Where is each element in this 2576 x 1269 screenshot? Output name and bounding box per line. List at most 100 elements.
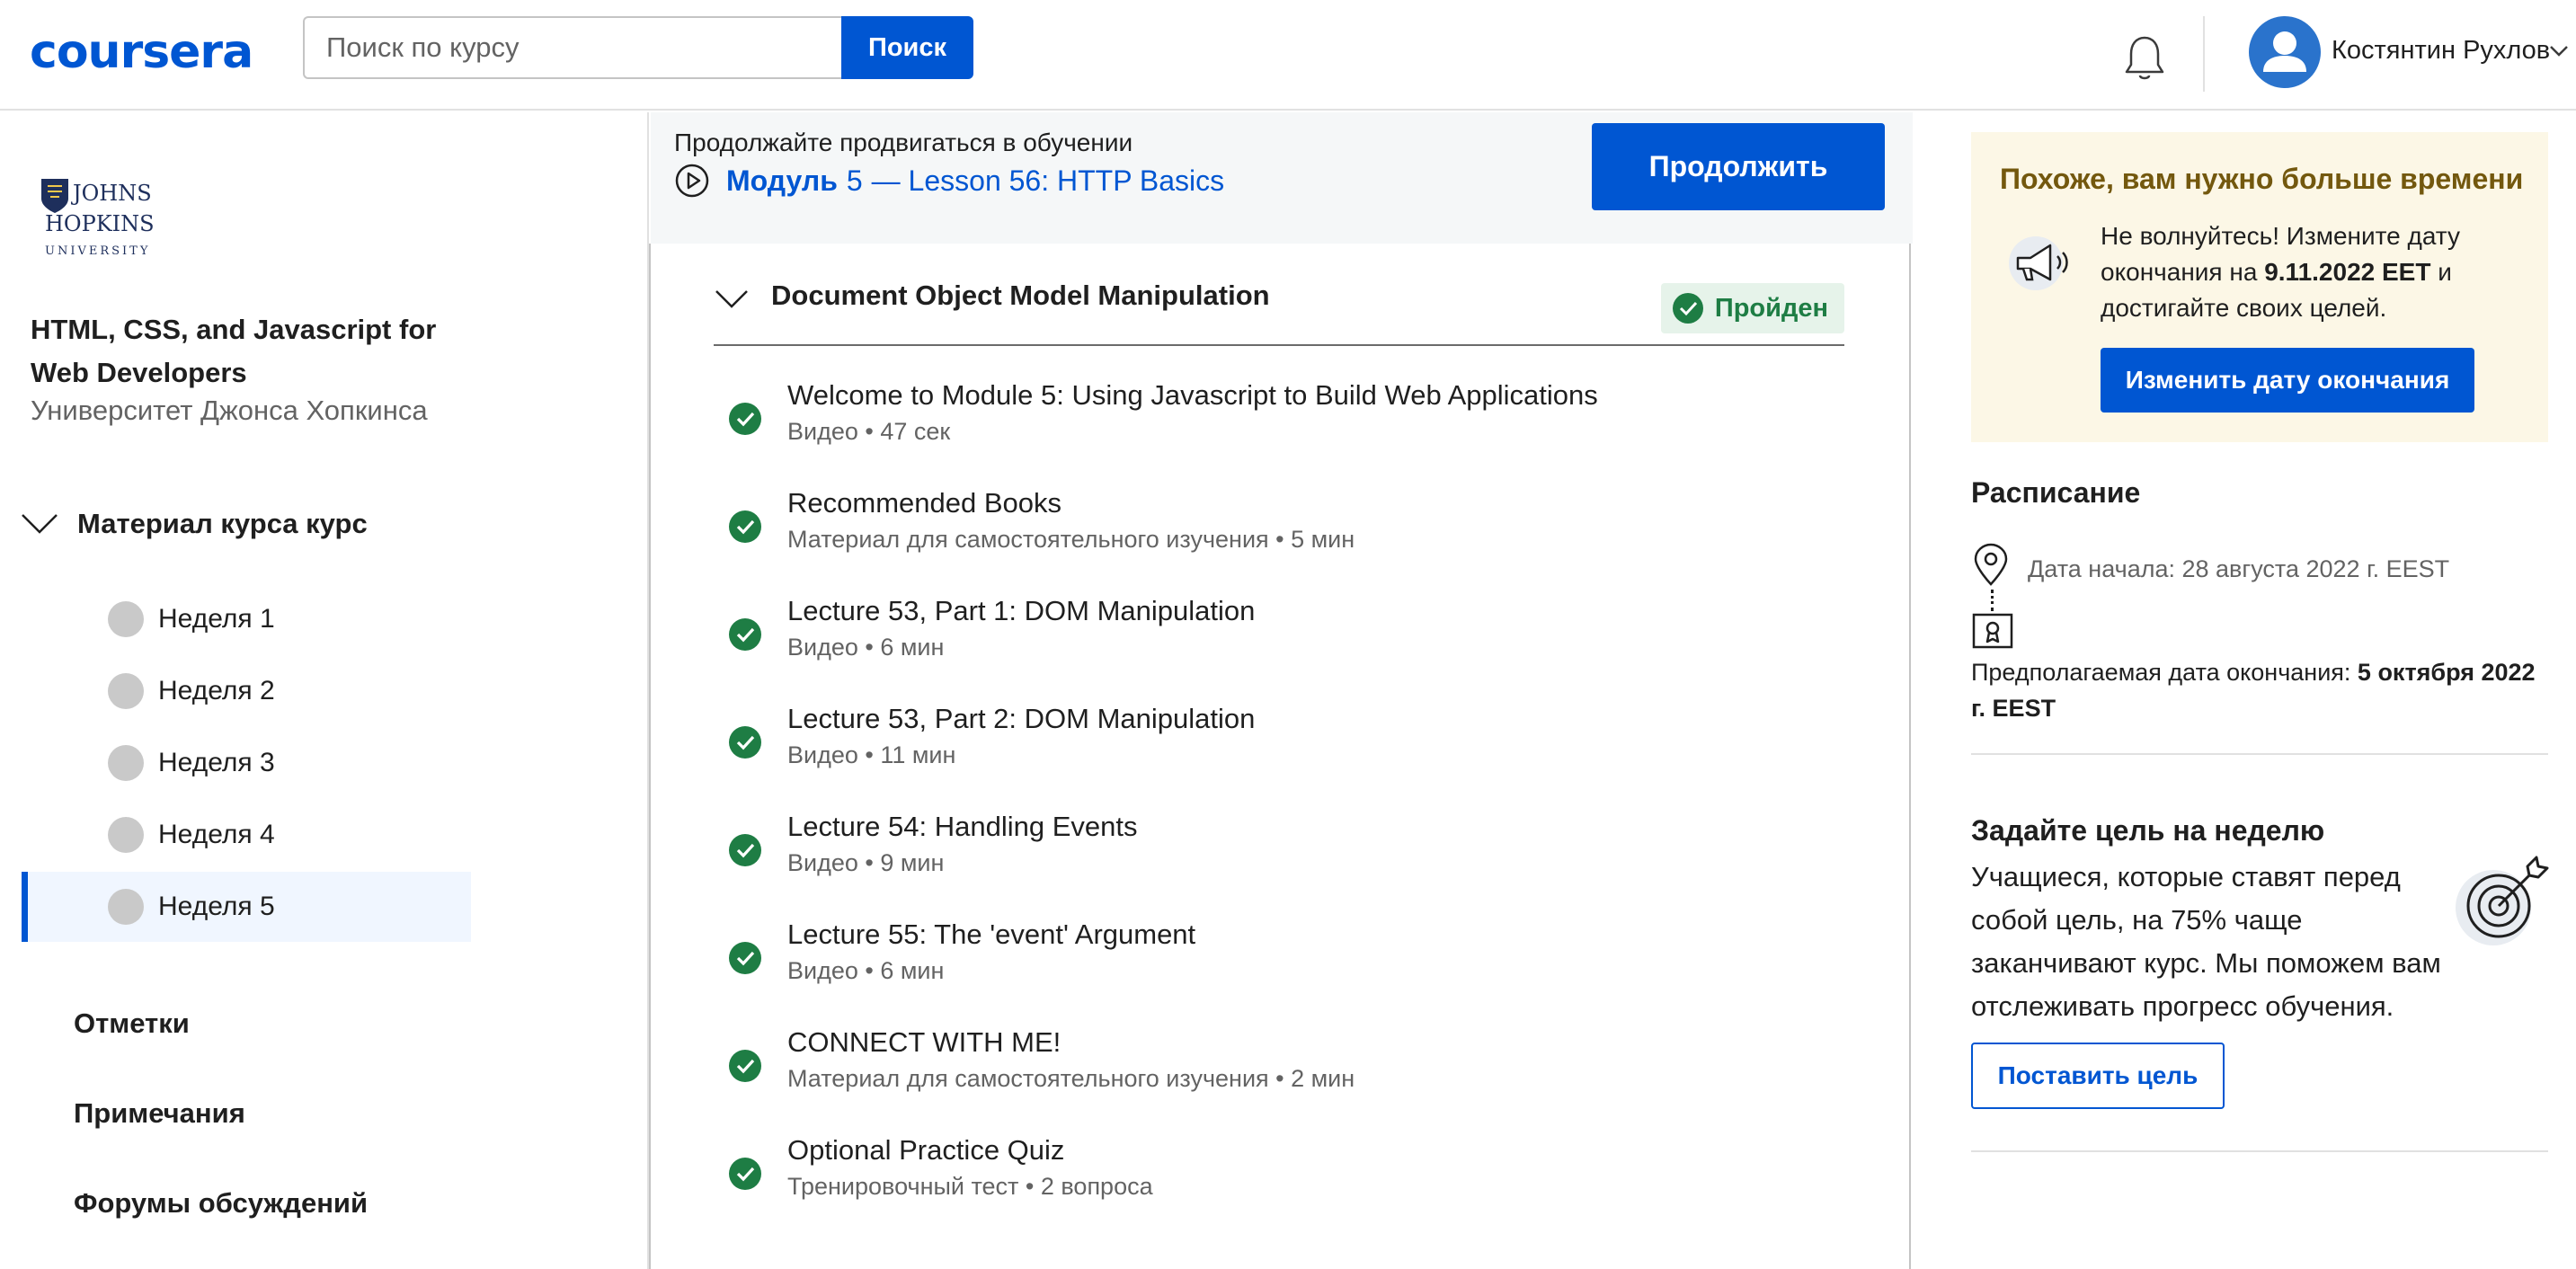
item-title: Lecture 53, Part 1: DOM Manipulation (787, 595, 1256, 626)
resume-banner: Продолжайте продвигаться в обучении Моду… (651, 112, 1913, 244)
progress-dot (108, 673, 144, 709)
more-time-text: Не волнуйтесь! Измените дату окончания н… (2101, 218, 2523, 326)
course-university: Университет Джонса Хопкинса (31, 395, 428, 426)
bell-icon[interactable] (2123, 34, 2166, 83)
search-button[interactable]: Поиск (841, 16, 973, 79)
item-title: Lecture 55: The 'event' Argument (787, 918, 1196, 950)
list-item[interactable]: Recommended Books Материал для самостояте… (728, 484, 1843, 592)
header-divider (2203, 16, 2205, 92)
week-label: Неделя 3 (158, 748, 275, 777)
change-end-date-button[interactable]: Изменить дату окончания (2101, 348, 2474, 413)
location-pin-icon (1974, 543, 2008, 586)
item-meta: Материал для самостоятельного изучения •… (787, 1065, 1355, 1092)
goal-title: Задайте цель на неделю (1971, 814, 2325, 847)
more-time-title: Похоже, вам нужно больше времени (2000, 163, 2524, 195)
course-title[interactable]: HTML, CSS, and Javascript for Web Develo… (31, 308, 498, 395)
play-icon (675, 164, 709, 198)
svg-text:JOHNS: JOHNS (70, 181, 152, 206)
item-title: Lecture 54: Handling Events (787, 811, 1138, 842)
university-logo[interactable]: JOHNS HOPKINS UNIVERSITY (40, 175, 165, 265)
item-meta: Видео • 6 мин (787, 634, 945, 661)
check-circle-icon (729, 510, 761, 543)
list-item[interactable]: Lecture 53, Part 1: DOM Manipulation Виде… (728, 592, 1843, 700)
goal-text: Учащиеся, которые ставят перед собой цел… (1971, 861, 2441, 1022)
sidebar-item-week-4[interactable]: Неделя 4 (22, 800, 471, 870)
check-circle-icon (729, 1158, 761, 1190)
list-item[interactable]: Lecture 53, Part 2: DOM Manipulation Виде… (728, 700, 1843, 808)
sidebar-link-forums[interactable]: Форумы обсуждений (74, 1187, 368, 1220)
resume-lesson-link[interactable]: Модуль 5 — Lesson 56: HTTP Basics (674, 163, 1224, 199)
item-meta: Тренировочный тест • 2 вопроса (787, 1173, 1153, 1200)
progress-dot (108, 601, 144, 637)
progress-dot (108, 889, 144, 925)
divider (1971, 753, 2548, 755)
chevron-down-icon (22, 514, 58, 534)
progress-dot (108, 817, 144, 853)
end-date-label: Предполагаемая дата окончания: (1971, 659, 2358, 686)
search-input[interactable]: Поиск по курсу (303, 16, 842, 79)
user-name[interactable]: Костянтин Рухлов (2332, 36, 2550, 66)
resume-module-label: Модуль (726, 164, 838, 197)
week-label: Неделя 5 (158, 892, 275, 921)
item-title: Lecture 53, Part 2: DOM Manipulation (787, 703, 1256, 734)
check-circle-icon (729, 834, 761, 866)
check-circle-icon (729, 1050, 761, 1082)
sidebar-item-week-3[interactable]: Неделя 3 (22, 728, 471, 798)
more-time-card: Похоже, вам нужно больше времени Не волн… (1971, 132, 2548, 442)
top-header: coursera Поиск по курсу Поиск Костянтин … (0, 0, 2576, 111)
chevron-down-icon[interactable] (2549, 45, 2569, 58)
item-meta: Видео • 11 мин (787, 741, 956, 768)
item-title: Welcome to Module 5: Using Javascript to… (787, 379, 1598, 411)
module-panel: Document Object Model Manipulation Пройд… (649, 244, 1911, 1269)
item-meta: Видео • 6 мин (787, 957, 945, 984)
start-date: Дата начала: 28 августа 2022 г. EEST (2028, 555, 2450, 582)
course-material-toggle[interactable]: Материал курса курс (20, 508, 368, 540)
list-item[interactable]: Lecture 54: Handling Events Видео • 9 мин (728, 808, 1843, 916)
schedule-title: Расписание (1971, 476, 2141, 509)
item-meta: Материал для самостоятельного изучения •… (787, 526, 1355, 553)
check-circle-icon (729, 403, 761, 435)
list-item[interactable]: Optional Practice Quiz Тренировочный тест… (728, 1131, 1843, 1239)
set-goal-button[interactable]: Поставить цель (1971, 1043, 2225, 1109)
status-badge: Пройден (1660, 283, 1844, 333)
list-item[interactable]: Welcome to Module 5: Using Javascript to… (728, 377, 1843, 484)
estimated-end-date: Предполагаемая дата окончания: 5 октября… (1971, 654, 2546, 726)
list-item[interactable]: Lecture 55: The 'event' Argument Видео • … (728, 916, 1843, 1024)
check-circle-icon (729, 618, 761, 651)
week-label: Неделя 1 (158, 604, 275, 634)
divider (1971, 1150, 2548, 1152)
week-label: Неделя 2 (158, 676, 275, 705)
module-header[interactable]: Document Object Model Manipulation Пройд… (714, 262, 1844, 346)
avatar[interactable] (2249, 16, 2321, 88)
svg-text:UNIVERSITY: UNIVERSITY (45, 244, 150, 258)
resume-subtitle: Продолжайте продвигаться в обучении (674, 129, 1133, 156)
week-label: Неделя 4 (158, 820, 275, 849)
sidebar-item-week-1[interactable]: Неделя 1 (22, 584, 471, 654)
coursera-logo[interactable]: coursera (30, 27, 253, 77)
check-circle-icon (1672, 293, 1703, 324)
megaphone-icon (2009, 236, 2068, 290)
target-icon (2456, 856, 2549, 945)
sidebar-item-week-2[interactable]: Неделя 2 (22, 656, 471, 726)
continue-button[interactable]: Продолжить (1592, 123, 1885, 210)
item-meta: Видео • 47 сек (787, 418, 951, 445)
svg-text:HOPKINS: HOPKINS (45, 211, 155, 236)
sidebar-link-grades[interactable]: Отметки (74, 1007, 190, 1040)
chevron-down-icon (715, 290, 748, 308)
sidebar-item-week-5[interactable]: Неделя 5 (22, 872, 471, 942)
user-icon (2263, 31, 2306, 72)
course-sidebar: JOHNS HOPKINS UNIVERSITY HTML, CSS, and … (0, 112, 649, 1269)
sidebar-link-notes[interactable]: Примечания (74, 1097, 245, 1130)
resume-lesson-title: — Lesson 56: HTTP Basics (871, 164, 1225, 197)
item-meta: Видео • 9 мин (787, 849, 945, 876)
resume-module-number: 5 (846, 164, 863, 197)
progress-dot (108, 745, 144, 781)
course-material-label: Материал курса курс (77, 508, 368, 539)
item-title: CONNECT WITH ME! (787, 1026, 1061, 1058)
list-item[interactable]: CONNECT WITH ME! Материал для самостоятел… (728, 1024, 1843, 1131)
module-title: Document Object Model Manipulation (771, 280, 1270, 311)
check-circle-icon (729, 942, 761, 974)
status-text: Пройден (1714, 293, 1828, 323)
certificate-icon (1972, 613, 2013, 649)
suggested-end-date: 9.11.2022 EET (2264, 258, 2431, 286)
